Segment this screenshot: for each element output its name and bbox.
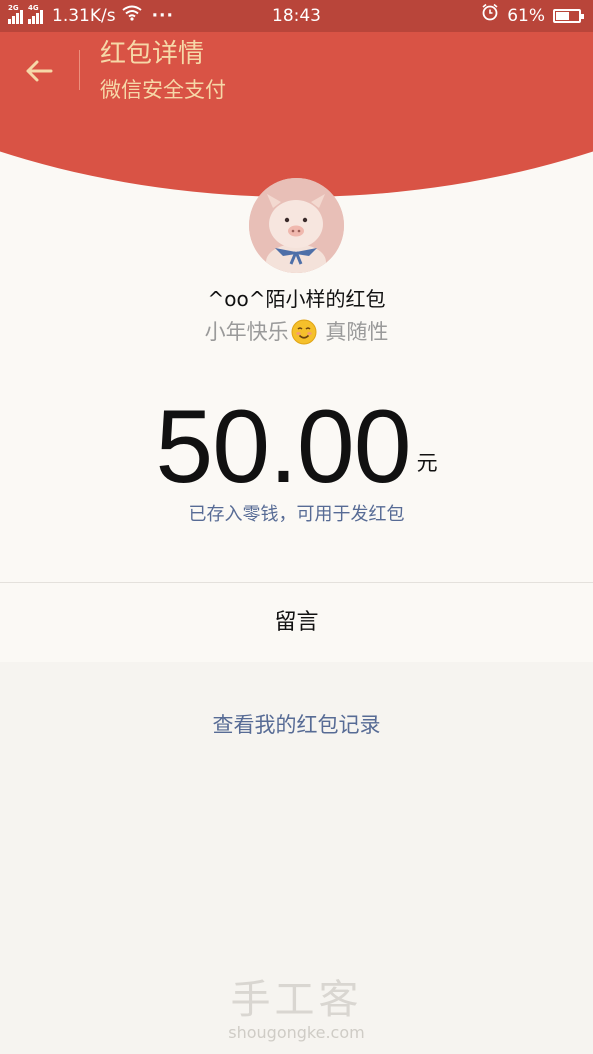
amount-unit: 元: [416, 451, 438, 475]
battery-percent: 61%: [507, 6, 545, 26]
amount-value: 50.00: [155, 389, 411, 505]
pig-avatar-icon: [249, 178, 344, 273]
back-arrow-icon: [26, 60, 53, 82]
greeting-text: 小年快乐: [204, 320, 289, 344]
sender-name: ^oo^陌小样的红包: [207, 287, 386, 311]
watermark-url: shougongke.com: [228, 1023, 365, 1042]
header-banner: [0, 32, 593, 197]
header-divider: [79, 50, 80, 90]
greeting-text-2: 真随性: [318, 320, 389, 344]
battery-icon: [553, 9, 584, 23]
avatar[interactable]: [249, 178, 344, 273]
smiling-face-emoji-icon: [291, 319, 317, 345]
message-row[interactable]: 留言: [0, 583, 593, 662]
amount-row: 50.00 元: [0, 392, 593, 502]
page-subtitle: 微信安全支付: [100, 78, 226, 102]
message-label: 留言: [274, 610, 319, 635]
greeting-message: 小年快乐 真随性: [0, 316, 593, 348]
back-button[interactable]: [18, 50, 60, 92]
amount-note-link[interactable]: 已存入零钱，可用于发红包: [0, 502, 593, 528]
alarm-icon: [481, 0, 499, 32]
watermark-logo: 手工客: [230, 977, 363, 1023]
battery-level: [556, 12, 569, 20]
page-title: 红包详情: [100, 39, 205, 69]
red-packet-history-link[interactable]: 查看我的红包记录: [0, 708, 593, 742]
status-bar: 2G 4G 1.31K/s ··· 18:43 61%: [0, 0, 593, 32]
status-right: 61%: [481, 0, 584, 32]
